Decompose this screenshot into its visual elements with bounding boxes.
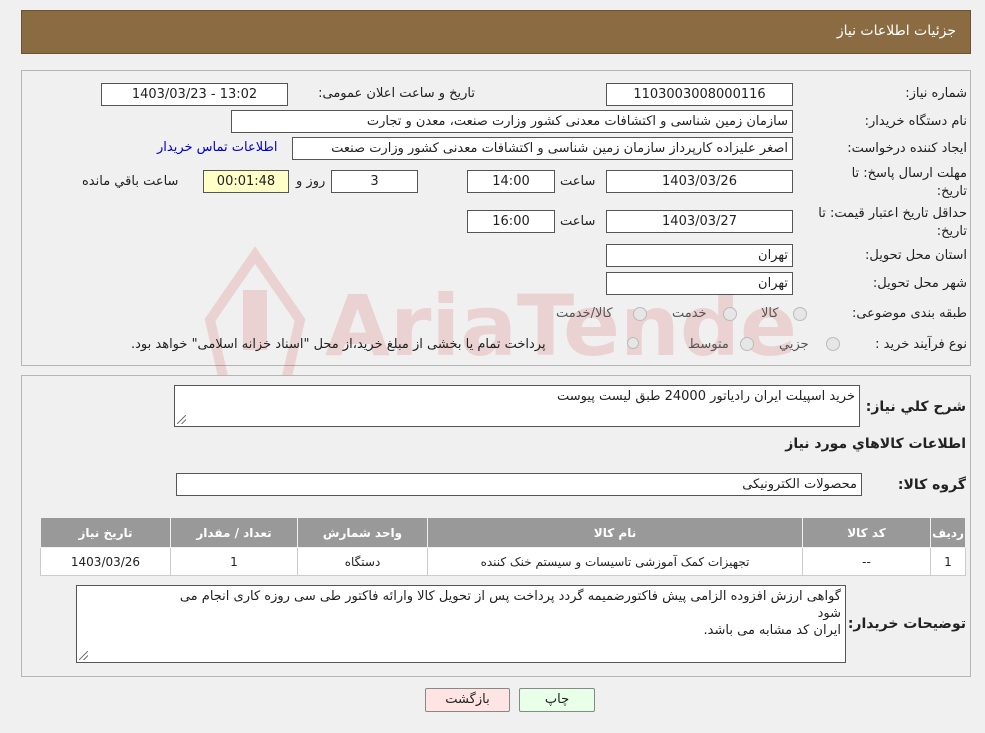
category-radio-goods-service[interactable] [633,307,647,321]
buyer-notes-label: توضیحات خریدار: [847,616,966,632]
buyer-notes-line-3: ایران کد مشابه می باشد. [703,623,841,638]
process-label: نوع فرآیند خرید : [875,337,967,352]
buyer-notes-line-1: گواهی ارزش افزوده الزامی پیش فاکتورضمیمه… [179,589,841,604]
deadline-time-field: 14:00 [467,170,555,193]
buyer-field: سازمان زمین شناسی و اکتشافات معدنی کشور … [231,110,793,133]
need-number-field: 1103003008000116 [606,83,793,106]
days-field: 3 [331,170,418,193]
category-label: طبقه بندی موضوعی: [851,306,967,321]
col-unit: واحد شمارش [297,517,428,548]
col-need-date: تاریخ نیاز [40,517,171,548]
process-radio-minor[interactable] [826,337,840,351]
print-button[interactable]: چاپ [519,688,595,712]
days-label: روز و [296,174,326,189]
page-title: جزئیات اطلاعات نیاز [836,23,956,39]
payment-checkbox[interactable] [627,337,639,349]
resize-handle-icon[interactable] [177,415,186,424]
back-button[interactable]: بازگشت [425,688,510,712]
validity-time-label: ساعت [560,214,596,229]
cell-need-date: 1403/03/26 [40,547,171,576]
remaining-label: ساعت باقي مانده [82,174,179,189]
col-item-code: کد کالا [802,517,931,548]
process-radio-medium[interactable] [740,337,754,351]
process-option-medium: متوسط [688,337,729,352]
deadline-date-field: 1403/03/26 [606,170,793,193]
table-row: 1 -- تجهیزات کمک آموزشی تاسیسات و سیستم … [40,547,966,576]
cell-item-name: تجهیزات کمک آموزشی تاسیسات و سیستم خنک ک… [427,547,803,576]
category-radio-goods[interactable] [793,307,807,321]
col-row-number: رديف [930,517,966,548]
process-note: پرداخت تمام یا بخشی از مبلغ خرید،از محل … [131,337,546,352]
page-header: جزئیات اطلاعات نیاز [21,10,971,54]
validity-date-field: 1403/03/27 [606,210,793,233]
buyer-notes-line-2: شود [817,606,841,621]
cell-quantity: 1 [170,547,298,576]
summary-label: شرح كلي نياز: [865,399,966,415]
need-number-label: شماره نیاز: [905,86,967,101]
announce-field: 1403/03/23 - 13:02 [101,83,288,106]
validity-time-field: 16:00 [467,210,555,233]
col-item-name: نام کالا [427,517,803,548]
goods-group-field: محصولات الکترونیکی [176,473,862,496]
province-label: استان محل تحویل: [865,248,967,263]
buyer-contact-link[interactable]: اطلاعات تماس خریدار [157,140,277,155]
category-option-goods: کالا [761,306,779,321]
category-radio-service[interactable] [723,307,737,321]
summary-text: خرید اسپیلت ایران رادیاتور 24000 طبق لیس… [556,389,855,404]
creator-field: اصغر علیزاده کارپرداز سازمان زمین شناسی … [292,137,793,160]
buyer-label: نام دستگاه خریدار: [864,114,967,129]
table-header-row: رديف کد کالا نام کالا واحد شمارش تعداد /… [40,517,966,548]
process-option-minor: جزیي [779,337,809,352]
category-option-goods-service: کالا/خدمت [556,306,613,321]
city-label: شهر محل تحویل: [872,276,967,291]
creator-label: ایجاد کننده درخواست: [847,141,967,156]
validity-label-2: تاریخ: [936,224,967,239]
col-quantity: تعداد / مقدار [170,517,298,548]
cell-row-number: 1 [930,547,966,576]
category-option-service: خدمت [672,306,707,321]
validity-label: حداقل تاریخ اعتبار قیمت: تا [818,206,967,221]
goods-info-title: اطلاعات کالاهاي مورد نياز [785,436,966,452]
deadline-label-2: تاریخ: [936,184,967,199]
deadline-label: مهلت ارسال پاسخ: تا [851,166,967,181]
cell-unit: دستگاه [297,547,428,576]
resize-handle-icon[interactable] [79,651,88,660]
items-table: رديف کد کالا نام کالا واحد شمارش تعداد /… [40,517,966,576]
city-field: تهران [606,272,793,295]
province-field: تهران [606,244,793,267]
goods-group-label: گروه کالا: [897,477,966,493]
buyer-notes-textarea[interactable]: گواهی ارزش افزوده الزامی پیش فاکتورضمیمه… [76,585,846,663]
announce-label: تاریخ و ساعت اعلان عمومی: [318,86,475,101]
deadline-time-label: ساعت [560,174,596,189]
cell-item-code: -- [802,547,931,576]
summary-textarea[interactable]: خرید اسپیلت ایران رادیاتور 24000 طبق لیس… [174,385,860,427]
remaining-time-field: 00:01:48 [203,170,289,193]
